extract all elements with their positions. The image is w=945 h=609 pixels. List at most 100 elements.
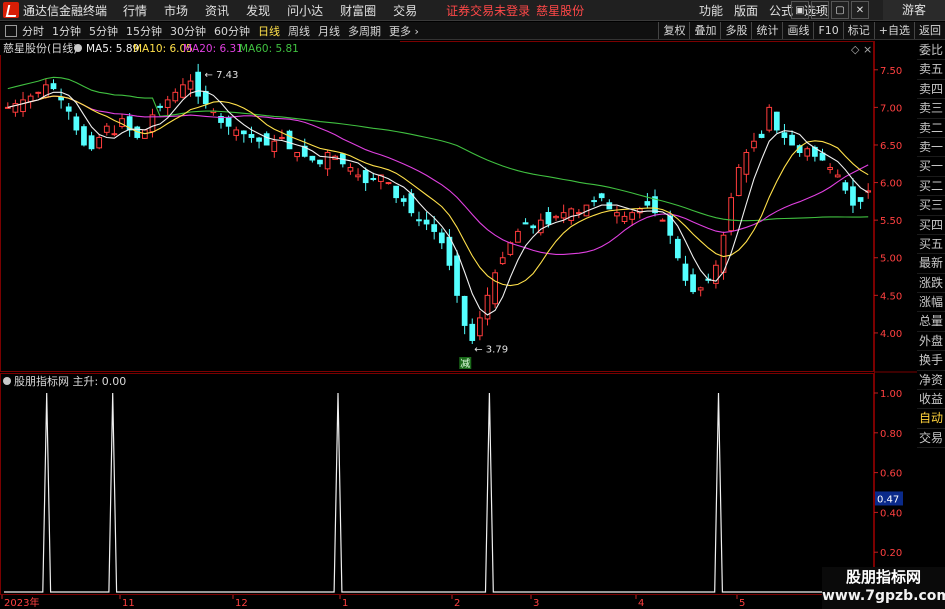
tool-button-3[interactable]: 统计 <box>751 22 782 39</box>
candle <box>827 163 833 174</box>
settings-dot-icon[interactable] <box>74 44 82 52</box>
ma-label: MA60: 5.81 <box>239 43 299 55</box>
menu-item-4[interactable]: 问小达 <box>287 2 323 19</box>
candle <box>103 123 110 136</box>
sidebar-item-5[interactable]: 卖一 <box>917 138 945 158</box>
period-tab-9[interactable]: 多周期 <box>348 23 381 39</box>
right-menu-item-0[interactable]: 功能 <box>699 2 723 19</box>
candle <box>309 155 316 163</box>
sidebar-item-16[interactable]: 换手 <box>917 351 945 371</box>
main-frame <box>0 41 874 372</box>
sidebar-item-1[interactable]: 卖五 <box>917 60 945 80</box>
period-tab-3[interactable]: 15分钟 <box>126 23 162 39</box>
candle <box>773 111 780 134</box>
tool-button-7[interactable]: +自选 <box>873 22 914 39</box>
candle <box>385 181 392 185</box>
sub-tick-label: 0.80 <box>880 429 902 440</box>
sub-chart-header: 股朋指标网 主升: 0.00 <box>3 374 126 388</box>
sidebar-item-18[interactable]: 收益 <box>917 390 945 410</box>
sidebar-item-14[interactable]: 总量 <box>917 312 945 332</box>
menu-item-5[interactable]: 财富圈 <box>340 2 376 19</box>
minimize-icon[interactable]: — <box>811 1 829 19</box>
kline-chart[interactable]: 慈星股份(日线) MA5: 5.89MA10: 6.05MA20: 6.31MA6… <box>0 41 874 372</box>
sidebar-item-8[interactable]: 买三 <box>917 196 945 216</box>
sidebar-item-4[interactable]: 卖二 <box>917 119 945 138</box>
right-menu-item-1[interactable]: 版面 <box>734 2 758 19</box>
sidebar-item-9[interactable]: 买四 <box>917 216 945 235</box>
sidebar-item-6[interactable]: 买一 <box>917 157 945 177</box>
sub-frame <box>0 373 874 595</box>
tool-button-2[interactable]: 多股 <box>720 22 751 39</box>
sidebar-item-19[interactable]: 自动 <box>917 409 945 429</box>
candle <box>469 318 476 344</box>
sidebar-item-13[interactable]: 涨幅 <box>917 293 945 313</box>
price-axis: 7.50 7.00 6.50 6.00 5.50 5.00 4.50 4.00 1.00 0.80… <box>874 41 917 609</box>
period-tab-8[interactable]: 月线 <box>318 23 340 39</box>
candle <box>218 112 224 129</box>
tool-button-0[interactable]: 复权 <box>658 22 689 39</box>
candle <box>157 103 163 112</box>
layout-icon[interactable]: ▣ <box>791 1 809 19</box>
layout-grid-icon[interactable] <box>5 24 17 37</box>
sidebar-item-7[interactable]: 买二 <box>917 177 945 197</box>
menu-item-6[interactable]: 交易 <box>393 2 417 19</box>
candle <box>461 295 468 335</box>
settings-dot-icon[interactable] <box>3 377 11 385</box>
candle <box>751 132 757 152</box>
candle <box>682 255 689 286</box>
price-tick-label: 5.50 <box>880 216 902 227</box>
sidebar-item-2[interactable]: 卖四 <box>917 80 945 100</box>
date-tick-label: 11 <box>122 598 135 609</box>
sidebar-item-17[interactable]: 净资 <box>917 371 945 391</box>
tool-button-4[interactable]: 画线 <box>782 22 813 39</box>
date-axis: 2023年 11 12 1 2 3 4 5 <box>1 595 745 609</box>
sidebar-item-0[interactable]: 委比 <box>917 41 945 61</box>
signal-line <box>4 392 870 593</box>
close-icon[interactable]: ✕ <box>851 1 869 19</box>
period-tab-6[interactable]: 日线 <box>258 23 280 39</box>
price-tick-label: 7.50 <box>880 66 902 77</box>
diamond-icon[interactable]: ◇ <box>851 43 860 56</box>
menu-item-3[interactable]: 发现 <box>246 2 270 19</box>
candle <box>690 268 696 295</box>
candle <box>857 197 864 209</box>
date-tick-label: 2023年 <box>4 596 39 609</box>
period-tab-1[interactable]: 1分钟 <box>52 23 81 39</box>
stock-name-link[interactable]: 慈星股份 <box>536 4 584 18</box>
ma60-line <box>7 76 869 222</box>
tool-button-1[interactable]: 叠加 <box>689 22 720 39</box>
indicator-chart[interactable]: 股朋指标网 主升: 0.00 <box>0 373 874 595</box>
maximize-icon[interactable]: ▢ <box>831 1 849 19</box>
trade-login-notice[interactable]: 证券交易未登录 慈星股份 <box>446 2 584 19</box>
sidebar-item-3[interactable]: 卖三 <box>917 99 945 119</box>
period-tab-10[interactable]: 更多 › <box>389 23 419 39</box>
ma-label: MA20: 6.31 <box>183 43 243 55</box>
sidebar-item-11[interactable]: 最新 <box>917 254 945 274</box>
sidebar-item-20[interactable]: 交易 <box>917 429 945 449</box>
close-chart-icon[interactable]: × <box>863 43 872 56</box>
reduce-flag[interactable]: 减 <box>459 357 472 370</box>
menu-item-1[interactable]: 市场 <box>164 2 188 19</box>
tool-button-6[interactable]: 标记 <box>842 22 874 39</box>
candle <box>758 130 765 139</box>
period-tab-7[interactable]: 周线 <box>288 23 310 39</box>
sidebar-item-10[interactable]: 买五 <box>917 235 945 255</box>
menu-item-2[interactable]: 资讯 <box>205 2 229 19</box>
candle <box>850 178 856 214</box>
candle <box>96 134 103 150</box>
guest-button[interactable]: 游客 <box>883 0 945 20</box>
date-tick-label: 12 <box>235 598 248 609</box>
period-tabs: 分时 1分钟 5分钟 15分钟 30分钟 60分钟 日线 周线 月线 多周期 更多 › <box>22 23 427 39</box>
main-menu: 行情 市场 资讯 发现 问小达 财富圈 交易 <box>123 2 434 19</box>
tool-button-5[interactable]: F10 <box>813 22 842 39</box>
menu-item-0[interactable]: 行情 <box>123 2 147 19</box>
tool-button-8[interactable]: 返回 <box>914 22 945 39</box>
period-tab-4[interactable]: 30分钟 <box>170 23 206 39</box>
sidebar-item-15[interactable]: 外盘 <box>917 332 945 352</box>
period-tab-5[interactable]: 60分钟 <box>214 23 250 39</box>
sidebar-item-12[interactable]: 涨跌 <box>917 274 945 294</box>
period-tab-2[interactable]: 5分钟 <box>89 23 118 39</box>
candle <box>537 213 544 236</box>
candle <box>522 218 529 225</box>
period-tab-0[interactable]: 分时 <box>22 23 44 39</box>
